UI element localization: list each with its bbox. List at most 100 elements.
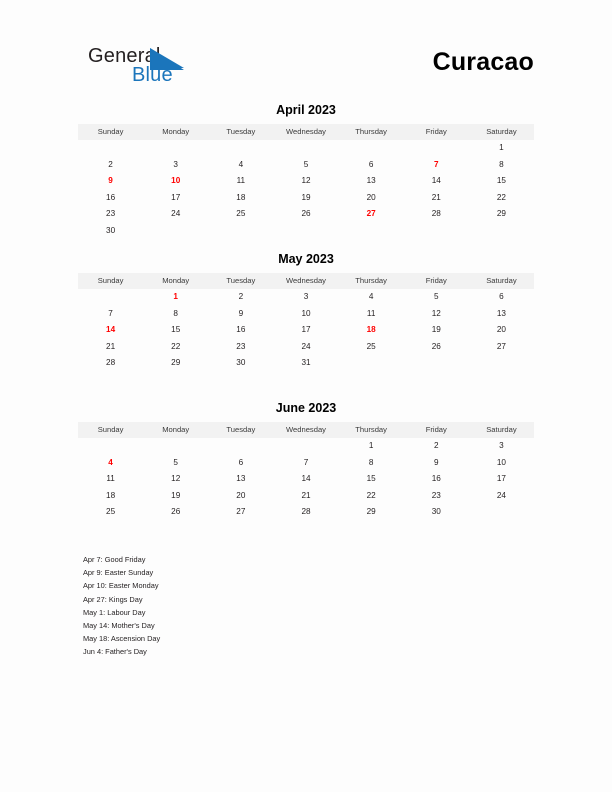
week-row: 18 19 20 21 22 23 24	[78, 488, 534, 505]
day-cell[interactable]: 26	[143, 504, 208, 521]
day-cell[interactable]: 12	[273, 173, 338, 190]
day-cell[interactable]: 13	[469, 306, 534, 323]
day-cell[interactable]: 18	[78, 488, 143, 505]
weekday-header-saturday: Saturday	[468, 273, 534, 289]
day-cell[interactable]: 25	[78, 504, 143, 521]
day-cell[interactable]: 19	[404, 322, 469, 339]
day-cell[interactable]: 3	[143, 157, 208, 174]
day-cell[interactable]: 31	[273, 355, 338, 372]
weekday-header-row: Sunday Monday Tuesday Wednesday Thursday Frid…	[78, 422, 534, 438]
day-cell[interactable]: 7	[404, 157, 469, 174]
day-cell[interactable]: 30	[78, 223, 143, 240]
day-cell[interactable]: 14	[404, 173, 469, 190]
day-cell[interactable]: 3	[273, 289, 338, 306]
day-cell[interactable]: 24	[273, 339, 338, 356]
day-cell[interactable]: 20	[339, 190, 404, 207]
day-cell[interactable]: 2	[208, 289, 273, 306]
day-cell[interactable]: 17	[469, 471, 534, 488]
week-row: 4 5 6 7 8 9 10	[78, 455, 534, 472]
day-cell[interactable]: 10	[273, 306, 338, 323]
day-cell[interactable]: 9	[404, 455, 469, 472]
day-cell[interactable]: 8	[339, 455, 404, 472]
day-cell[interactable]: 11	[208, 173, 273, 190]
day-cell[interactable]: 16	[208, 322, 273, 339]
day-cell[interactable]: 24	[469, 488, 534, 505]
day-cell[interactable]: 20	[469, 322, 534, 339]
day-cell[interactable]: 8	[143, 306, 208, 323]
day-cell[interactable]: 7	[273, 455, 338, 472]
day-cell[interactable]: 2	[404, 438, 469, 455]
day-cell[interactable]: 14	[273, 471, 338, 488]
day-cell[interactable]: 3	[469, 438, 534, 455]
day-cell[interactable]: 22	[143, 339, 208, 356]
day-cell[interactable]: 15	[469, 173, 534, 190]
day-cell[interactable]: 21	[273, 488, 338, 505]
day-cell[interactable]: 12	[143, 471, 208, 488]
day-cell[interactable]: 5	[273, 157, 338, 174]
day-cell[interactable]: 19	[143, 488, 208, 505]
day-cell[interactable]: 14	[78, 322, 143, 339]
day-cell[interactable]: 1	[143, 289, 208, 306]
day-cell[interactable]: 2	[78, 157, 143, 174]
day-cell[interactable]: 26	[273, 206, 338, 223]
day-cell[interactable]: 25	[339, 339, 404, 356]
day-cell[interactable]: 17	[143, 190, 208, 207]
day-cell[interactable]: 11	[78, 471, 143, 488]
day-cell[interactable]: 23	[208, 339, 273, 356]
day-cell[interactable]: 11	[339, 306, 404, 323]
day-cell[interactable]: 30	[404, 504, 469, 521]
day-cell[interactable]: 9	[78, 173, 143, 190]
day-cell[interactable]: 20	[208, 488, 273, 505]
holiday-legend-item: May 14: Mother's Day	[83, 621, 155, 631]
day-cell[interactable]: 23	[404, 488, 469, 505]
day-cell[interactable]: 8	[469, 157, 534, 174]
day-cell[interactable]: 15	[339, 471, 404, 488]
day-cell[interactable]: 30	[208, 355, 273, 372]
day-cell[interactable]: 4	[339, 289, 404, 306]
day-cell[interactable]: 18	[339, 322, 404, 339]
day-cell[interactable]: 5	[404, 289, 469, 306]
day-cell[interactable]: 12	[404, 306, 469, 323]
day-cell[interactable]: 26	[404, 339, 469, 356]
day-cell[interactable]: 29	[339, 504, 404, 521]
day-cell[interactable]: 27	[208, 504, 273, 521]
day-cell[interactable]: 16	[78, 190, 143, 207]
weekday-header-thursday: Thursday	[338, 422, 404, 438]
day-cell[interactable]: 28	[273, 504, 338, 521]
day-cell[interactable]: 6	[469, 289, 534, 306]
day-cell[interactable]: 15	[143, 322, 208, 339]
day-cell[interactable]: 28	[78, 355, 143, 372]
holiday-legend-item: Apr 10: Easter Monday	[83, 581, 159, 591]
day-cell[interactable]: 1	[339, 438, 404, 455]
day-cell[interactable]: 16	[404, 471, 469, 488]
day-cell[interactable]: 4	[78, 455, 143, 472]
day-cell[interactable]: 21	[78, 339, 143, 356]
day-cell[interactable]: 13	[208, 471, 273, 488]
day-cell[interactable]: 29	[143, 355, 208, 372]
day-cell[interactable]: 10	[469, 455, 534, 472]
weekday-header-saturday: Saturday	[468, 124, 534, 140]
day-cell[interactable]: 22	[469, 190, 534, 207]
day-cell[interactable]: 27	[469, 339, 534, 356]
day-cell[interactable]: 7	[78, 306, 143, 323]
day-cell[interactable]: 18	[208, 190, 273, 207]
day-cell[interactable]: 4	[208, 157, 273, 174]
day-cell[interactable]: 25	[208, 206, 273, 223]
day-cell[interactable]: 19	[273, 190, 338, 207]
day-cell[interactable]: 5	[143, 455, 208, 472]
day-cell[interactable]: 27	[339, 206, 404, 223]
day-cell[interactable]: 29	[469, 206, 534, 223]
day-cell[interactable]: 24	[143, 206, 208, 223]
day-cell[interactable]: 1	[469, 140, 534, 157]
day-cell[interactable]: 13	[339, 173, 404, 190]
week-row: 123	[78, 438, 534, 455]
day-cell[interactable]: 21	[404, 190, 469, 207]
day-cell[interactable]: 9	[208, 306, 273, 323]
day-cell[interactable]: 6	[339, 157, 404, 174]
day-cell[interactable]: 23	[78, 206, 143, 223]
day-cell[interactable]: 28	[404, 206, 469, 223]
day-cell[interactable]: 17	[273, 322, 338, 339]
day-cell[interactable]: 22	[339, 488, 404, 505]
day-cell[interactable]: 6	[208, 455, 273, 472]
day-cell[interactable]: 10	[143, 173, 208, 190]
